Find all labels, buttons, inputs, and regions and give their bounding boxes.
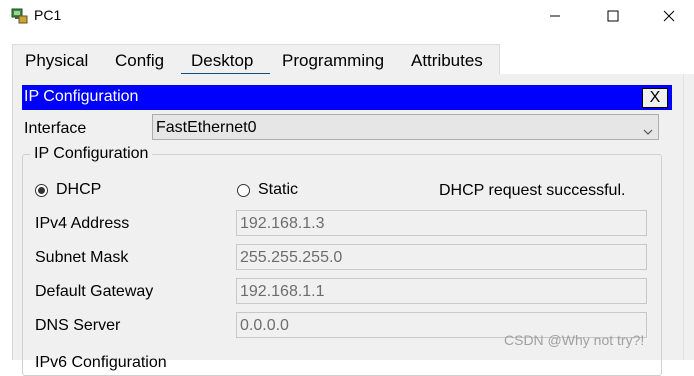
- ipv4-address-value: 192.168.1.3: [240, 215, 325, 232]
- dhcp-radio[interactable]: [35, 183, 48, 197]
- tab-attributes[interactable]: Attributes: [411, 51, 483, 71]
- minimize-icon[interactable]: [532, 0, 578, 32]
- vertical-scrollbar[interactable]: [683, 74, 694, 360]
- tab-config[interactable]: Config: [115, 51, 164, 71]
- ip-config-group-title: IP Configuration: [30, 145, 153, 163]
- dhcp-label: DHCP: [56, 181, 102, 198]
- default-gateway-value: 192.168.1.1: [240, 283, 325, 300]
- dns-server-value: 0.0.0.0: [240, 317, 289, 334]
- subnet-mask-label: Subnet Mask: [35, 249, 129, 266]
- ipv4-address-label: IPv4 Address: [35, 215, 130, 232]
- ipv6-config-title-partial: IPv6 Configuration: [35, 354, 167, 371]
- maximize-icon[interactable]: [590, 0, 636, 32]
- default-gateway-field[interactable]: 192.168.1.1: [236, 278, 647, 304]
- packet-tracer-pc-icon: [10, 6, 30, 26]
- tab-bar: Physical Config Desktop Programming Attr…: [12, 44, 500, 76]
- static-label: Static: [258, 181, 299, 198]
- dns-server-label: DNS Server: [35, 317, 121, 334]
- tab-programming[interactable]: Programming: [282, 51, 384, 71]
- interface-label: Interface: [24, 120, 87, 137]
- window-title: PC1: [34, 7, 62, 23]
- subnet-mask-field[interactable]: 255.255.255.0: [236, 244, 647, 270]
- tab-desktop[interactable]: Desktop: [191, 51, 253, 71]
- static-radio-option[interactable]: Static: [237, 181, 298, 199]
- window-titlebar: PC1: [0, 0, 694, 32]
- interface-select[interactable]: FastEthernet0: [152, 114, 659, 140]
- ipv4-address-field[interactable]: 192.168.1.3: [236, 210, 647, 236]
- chevron-down-icon: [643, 123, 653, 141]
- ip-config-header-title: IP Configuration: [24, 88, 139, 105]
- interface-value: FastEthernet0: [156, 119, 257, 136]
- dhcp-status-text: DHCP request successful.: [439, 182, 626, 199]
- tab-physical[interactable]: Physical: [25, 51, 88, 71]
- watermark-text: CSDN @Why not try?!: [504, 332, 645, 348]
- close-icon[interactable]: [646, 0, 692, 32]
- dhcp-radio-option[interactable]: DHCP: [35, 181, 101, 199]
- ip-config-header: IP Configuration X: [22, 85, 672, 110]
- default-gateway-label: Default Gateway: [35, 283, 154, 300]
- ip-config-close-button[interactable]: X: [642, 88, 668, 108]
- desktop-panel: IP Configuration X Interface FastEtherne…: [12, 74, 694, 376]
- subnet-mask-value: 255.255.255.0: [240, 249, 343, 266]
- static-radio[interactable]: [237, 183, 250, 197]
